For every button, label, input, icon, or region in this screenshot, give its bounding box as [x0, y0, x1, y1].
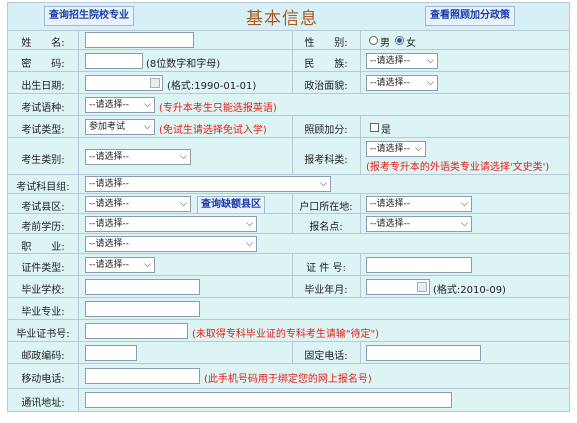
site-select[interactable]: --请选择-- ⌵: [366, 216, 472, 232]
language-select[interactable]: --请选择-- ⌵: [85, 97, 155, 113]
category-select[interactable]: --请选择-- ⌵: [85, 149, 191, 165]
phone-label: 固定电话:: [304, 351, 348, 362]
row-major: 毕业专业:: [8, 297, 569, 319]
cert-no-input[interactable]: [85, 323, 188, 339]
subject-group-select[interactable]: --请选择-- ⌵: [85, 176, 331, 192]
gender-label: 性 别:: [304, 38, 348, 49]
hukou-select[interactable]: --请选择-- ⌵: [366, 196, 472, 212]
frame-right-border: [569, 30, 570, 412]
bonus-checkbox[interactable]: [370, 123, 379, 132]
subject-category-hint: (报考专升本的外语类专业请选择'文史类'): [366, 162, 550, 173]
subject-category-select[interactable]: --请选择-- ⌵: [366, 141, 426, 157]
occupation-select[interactable]: --请选择-- ⌵: [85, 236, 257, 252]
political-select[interactable]: --请选择-- ⌵: [366, 75, 438, 91]
subject-group-label: 考试科目组:: [16, 182, 70, 193]
grad-date-input[interactable]: [366, 279, 430, 295]
id-number-label: 证 件 号:: [306, 263, 346, 274]
gender-male-label: 男: [380, 38, 390, 49]
password-hint: (8位数字和字母): [146, 59, 221, 70]
address-input[interactable]: [85, 392, 452, 408]
education-label: 考前学历:: [21, 222, 65, 233]
ethnicity-label: 民 族:: [304, 59, 348, 70]
row-district-hukou: 考试县区: --请选择-- ⌵ 查询缺额县区 户口所在地: --请选择-- ⌵: [8, 193, 569, 214]
calendar-icon[interactable]: [150, 78, 160, 88]
birthdate-hint: (格式:1990-01-01): [167, 81, 257, 92]
gender-female-label: 女: [406, 38, 416, 49]
row-category: 考生类别: --请选择-- ⌵ 报考科类: --请选择-- ⌵ (报考专升本的外语类…: [8, 137, 569, 174]
exam-type-select[interactable]: 参加考试 ⌵: [85, 119, 155, 135]
id-type-label: 证件类型:: [21, 263, 65, 274]
bonus-label: 照顾加分:: [304, 125, 348, 136]
row-cert: 毕业证书号: (未取得专科毕业证的专科考生请输"待定"): [8, 319, 569, 341]
mobile-input[interactable]: [85, 368, 200, 384]
district-select[interactable]: --请选择-- ⌵: [85, 196, 191, 212]
language-label: 考试语种:: [21, 103, 65, 114]
political-label: 政治面貌:: [304, 81, 348, 92]
ethnicity-select[interactable]: --请选择-- ⌵: [366, 53, 438, 69]
row-mobile: 移动电话: (此手机号码用于绑定您的网上报名号): [8, 363, 569, 388]
calendar-icon[interactable]: [417, 282, 427, 292]
cert-no-label: 毕业证书号:: [16, 329, 70, 340]
password-input[interactable]: [85, 53, 143, 69]
school-label: 毕业学校:: [21, 285, 65, 296]
row-school-graddate: 毕业学校: 毕业年月: (格式:2010-09): [8, 275, 569, 297]
name-input[interactable]: [85, 32, 194, 48]
district-label: 考试县区:: [21, 202, 65, 213]
query-schools-majors-button[interactable]: 查询招生院校专业: [44, 6, 134, 26]
gender-male-radio[interactable]: [369, 36, 378, 45]
cert-no-hint: (未取得专科毕业证的专科考生请输"待定"): [192, 329, 380, 340]
birthdate-label: 出生日期:: [21, 81, 65, 92]
row-subject-group: 考试科目组: --请选择-- ⌵: [8, 174, 569, 193]
registration-page: 查询招生院校专业 基本信息 查看照顾加分政策 姓 名: 性 别: 男 女 密 码…: [0, 0, 577, 423]
row-address: 通讯地址:: [8, 388, 569, 411]
row-occupation: 职 业: --请选择-- ⌵: [8, 233, 569, 253]
postcode-input[interactable]: [85, 345, 137, 361]
grad-date-label: 毕业年月:: [304, 285, 348, 296]
birthdate-input[interactable]: [85, 75, 163, 91]
row-id: 证件类型: --请选择-- ⌵ 证 件 号:: [8, 253, 569, 275]
address-label: 通讯地址:: [21, 398, 65, 409]
school-input[interactable]: [85, 279, 200, 295]
row-postcode-phone: 邮政编码: 固定电话:: [8, 341, 569, 363]
query-vacancy-district-button[interactable]: 查询缺额县区: [197, 196, 265, 214]
occupation-label: 职 业:: [21, 242, 65, 253]
id-type-select[interactable]: --请选择-- ⌵: [85, 257, 155, 273]
row-language: 考试语种: --请选择-- ⌵ (专升本考生只能选报英语): [8, 93, 569, 115]
row-examtype-bonus: 考试类型: 参加考试 ⌵ (免试生请选择免试入学) 照顾加分: 是: [8, 115, 569, 137]
category-label: 考生类别:: [21, 155, 65, 166]
id-number-input[interactable]: [366, 257, 472, 273]
hukou-label: 户口所在地:: [299, 202, 353, 213]
major-label: 毕业专业:: [21, 307, 65, 318]
row-password-ethnicity: 密 码: (8位数字和字母) 民 族: --请选择-- ⌵: [8, 49, 569, 71]
page-title: 基本信息: [246, 9, 318, 29]
major-input[interactable]: [85, 301, 200, 317]
name-label: 姓 名:: [21, 38, 65, 49]
site-label: 报名点:: [309, 222, 343, 233]
bonus-option-label: 是: [381, 125, 391, 136]
exam-type-hint: (免试生请选择免试入学): [159, 125, 267, 136]
phone-input[interactable]: [366, 345, 481, 361]
exam-type-label: 考试类型:: [21, 125, 65, 136]
language-hint: (专升本考生只能选报英语): [159, 103, 277, 114]
grad-date-hint: (格式:2010-09): [433, 285, 506, 296]
row-name-gender: 姓 名: 性 别: 男 女: [8, 30, 569, 49]
mobile-label: 移动电话:: [21, 374, 65, 385]
bonus-policy-button[interactable]: 查看照顾加分政策: [425, 6, 515, 26]
row-birthdate-political: 出生日期: (格式:1990-01-01) 政治面貌: --请选择-- ⌵: [8, 71, 569, 93]
mobile-hint: (此手机号码用于绑定您的网上报名号): [204, 374, 372, 385]
gender-female-radio[interactable]: [395, 36, 404, 45]
form-header: 查询招生院校专业 基本信息 查看照顾加分政策: [7, 2, 570, 30]
row-education-site: 考前学历: --请选择-- ⌵ 报名点: --请选择-- ⌵: [8, 213, 569, 233]
education-select[interactable]: --请选择-- ⌵: [85, 216, 257, 232]
frame-bottom-border: [7, 411, 570, 412]
password-label: 密 码:: [21, 59, 65, 70]
postcode-label: 邮政编码:: [21, 351, 65, 362]
subject-category-label: 报考科类:: [304, 155, 348, 166]
